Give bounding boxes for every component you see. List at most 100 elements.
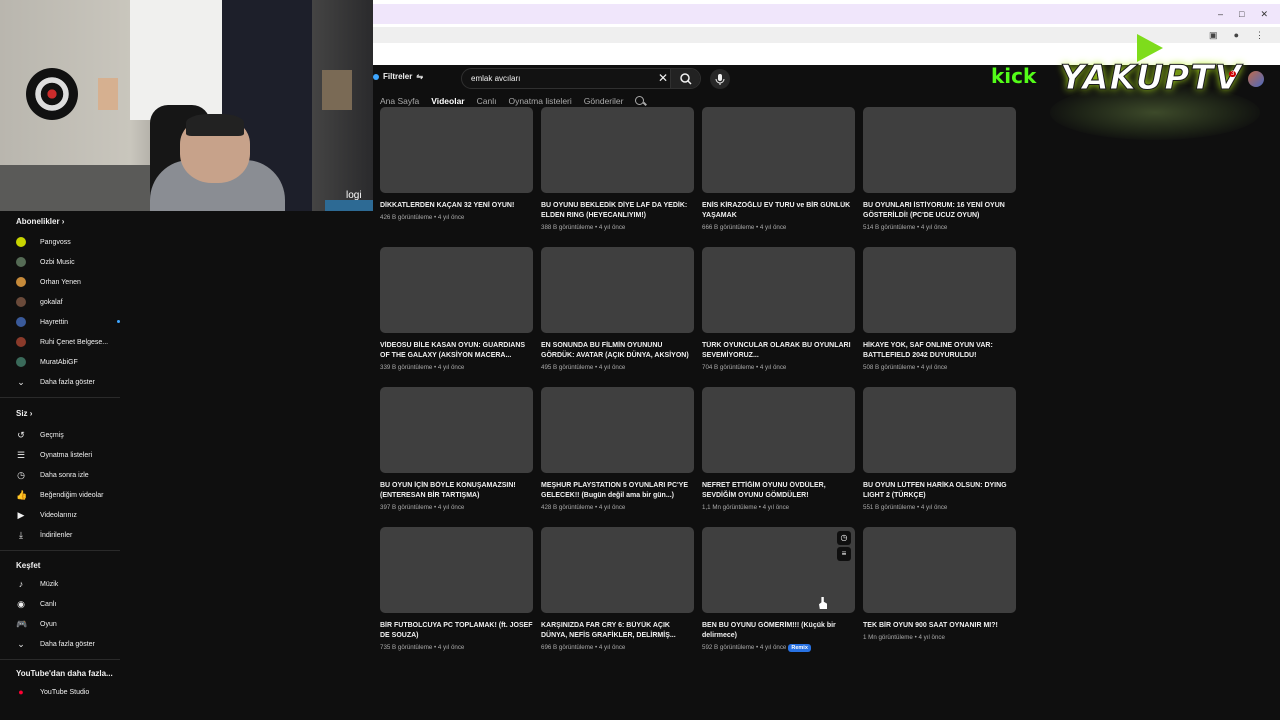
search-box[interactable]: emlak avcıları ✕	[461, 68, 701, 89]
video-thumbnail[interactable]	[863, 527, 1016, 613]
video-card[interactable]: TÜRK OYUNCULAR OLARAK BU OYUNLARI SEVEMİ…	[702, 247, 855, 371]
subscriptions-heading[interactable]: Abonelikler ›	[16, 217, 64, 226]
video-title[interactable]: BİR FUTBOLCUYA PC TOPLAMAK! (ft. JOSEF D…	[380, 621, 533, 641]
sidebar-item-history[interactable]: ↺ Geçmiş	[16, 429, 64, 441]
sidebar-item-studio[interactable]: ● YouTube Studio	[16, 686, 89, 698]
video-card[interactable]: ◷ ≡ BEN BU OYUNU GÖMERİM!!! (Küçük bir d…	[702, 527, 855, 652]
logo-text: YAKUPTV	[1060, 58, 1242, 99]
video-thumbnail[interactable]	[702, 387, 855, 473]
video-card[interactable]: ENİS KİRAZOĞLU EV TURU ve BİR GÜNLÜK YAŞ…	[702, 107, 855, 231]
video-card[interactable]: HİKAYE YOK, SAF ONLINE OYUN VAR: BATTLEF…	[863, 247, 1016, 371]
search-button[interactable]	[670, 69, 700, 88]
sidebar-item-watch-later[interactable]: ◷ Daha sonra izle	[16, 469, 89, 481]
channel-avatar	[16, 317, 26, 327]
sidebar-item-playlists[interactable]: ☰ Oynatma listeleri	[16, 449, 92, 461]
channel-search-icon[interactable]	[635, 96, 645, 106]
video-meta: 1,1 Mn görüntüleme • 4 yıl önce	[702, 504, 790, 511]
video-thumbnail[interactable]	[380, 387, 533, 473]
sidebar-item-downloads[interactable]: ⤓ İndirilenler	[16, 529, 72, 541]
filters-button[interactable]: Filtreler ⇋	[373, 72, 423, 81]
video-card[interactable]: BU OYUNLARI İSTİYORUM: 16 YENİ OYUN GÖST…	[863, 107, 1016, 231]
video-title[interactable]: NEFRET ETTİĞİM OYUNU ÖVDÜLER, SEVDİĞİM O…	[702, 481, 855, 501]
video-card[interactable]: BU OYUNU BEKLEDİK DİYE LAF DA YEDİK: ELD…	[541, 107, 694, 231]
video-card[interactable]: MEŞHUR PLAYSTATION 5 OYUNLARI PC'YE GELE…	[541, 387, 694, 511]
video-title[interactable]: BU OYUN İÇİN BÖYLE KONUŞAMAZSIN! (ENTERE…	[380, 481, 533, 501]
video-title[interactable]: DİKKATLERDEN KAÇAN 32 YENİ OYUN!	[380, 201, 533, 211]
sidebar-item-subscription[interactable]: Ozbi Music	[16, 256, 75, 268]
browser-tab-bar	[373, 4, 1280, 24]
video-title[interactable]: TEK BİR OYUN 900 SAAT OYNANIR MI?!	[863, 621, 1016, 631]
video-title[interactable]: BEN BU OYUNU GÖMERİM!!! (Küçük bir delir…	[702, 621, 855, 641]
show-more-label: Daha fazla göster	[40, 640, 95, 648]
video-card[interactable]: EN SONUNDA BU FİLMİN OYUNUNU GÖRDÜK: AVA…	[541, 247, 694, 371]
sidebar-item-liked[interactable]: 👍 Beğendiğim videolar	[16, 489, 103, 501]
video-title[interactable]: ENİS KİRAZOĞLU EV TURU ve BİR GÜNLÜK YAŞ…	[702, 201, 855, 221]
sidebar-show-more[interactable]: ⌄ Daha fazla göster	[16, 376, 95, 388]
video-title[interactable]: BU OYUNLARI İSTİYORUM: 16 YENİ OYUN GÖST…	[863, 201, 1016, 221]
you-heading[interactable]: Siz ›	[16, 409, 32, 418]
you-label: Siz	[16, 409, 28, 418]
video-title[interactable]: TÜRK OYUNCULAR OLARAK BU OYUNLARI SEVEMİ…	[702, 341, 855, 361]
sidebar-item-subscription[interactable]: Pangvoss	[16, 236, 71, 248]
video-card[interactable]: TEK BİR OYUN 900 SAAT OYNANIR MI?! 1 Mn …	[863, 527, 1016, 641]
video-thumbnail[interactable]	[380, 107, 533, 193]
sidebar-explore-more[interactable]: ⌄ Daha fazla göster	[16, 638, 95, 650]
remix-badge[interactable]: Remix	[788, 644, 811, 652]
video-title[interactable]: HİKAYE YOK, SAF ONLINE OYUN VAR: BATTLEF…	[863, 341, 1016, 361]
channel-avatar	[16, 257, 26, 267]
voice-search-button[interactable]	[710, 69, 730, 89]
video-title[interactable]: EN SONUNDA BU FİLMİN OYUNUNU GÖRDÜK: AVA…	[541, 341, 694, 361]
video-card[interactable]: NEFRET ETTİĞİM OYUNU ÖVDÜLER, SEVDİĞİM O…	[702, 387, 855, 511]
sidebar-item-music[interactable]: ♪ Müzik	[16, 578, 59, 590]
sidebar-item-gaming[interactable]: 🎮 Oyun	[16, 618, 57, 630]
video-card[interactable]: BU OYUN LÜTFEN HARİKA OLSUN: DYING LIGHT…	[863, 387, 1016, 511]
sidebar-item-subscription[interactable]: Orhan Yenen	[16, 276, 81, 288]
watch-later-icon[interactable]: ◷	[837, 531, 851, 545]
playlist-icon: ☰	[16, 450, 26, 460]
maximize-icon[interactable]: □	[1239, 9, 1244, 20]
video-thumbnail[interactable]	[863, 387, 1016, 473]
sidebar-item-label: Canlı	[40, 600, 57, 608]
video-thumbnail[interactable]	[541, 247, 694, 333]
video-thumbnail[interactable]	[380, 247, 533, 333]
video-thumbnail[interactable]	[863, 247, 1016, 333]
sidebar-item-subscription[interactable]: MuratAbiGF	[16, 356, 78, 368]
video-thumbnail[interactable]	[541, 387, 694, 473]
more-from-youtube-heading: YouTube'dan daha fazla...	[16, 669, 113, 678]
video-title[interactable]: MEŞHUR PLAYSTATION 5 OYUNLARI PC'YE GELE…	[541, 481, 694, 501]
video-thumbnail[interactable]: ◷ ≡	[702, 527, 855, 613]
video-card[interactable]: DİKKATLERDEN KAÇAN 32 YENİ OYUN! 426 B g…	[380, 107, 533, 221]
sidebar-item-subscription[interactable]: gokalaf	[16, 296, 63, 308]
video-thumbnail[interactable]	[380, 527, 533, 613]
video-title[interactable]: BU OYUN LÜTFEN HARİKA OLSUN: DYING LIGHT…	[863, 481, 1016, 501]
video-card[interactable]: KARŞINIZDA FAR CRY 6: BÜYÜK AÇIK DÜNYA, …	[541, 527, 694, 651]
video-title[interactable]: VİDEOSU BİLE KASAN OYUN: GUARDIANS OF TH…	[380, 341, 533, 361]
video-card[interactable]: VİDEOSU BİLE KASAN OYUN: GUARDIANS OF TH…	[380, 247, 533, 371]
video-title[interactable]: KARŞINIZDA FAR CRY 6: BÜYÜK AÇIK DÜNYA, …	[541, 621, 694, 641]
sidebar-item-live[interactable]: ◉ Canlı	[16, 598, 56, 610]
gamepad-icon: 🎮	[16, 619, 28, 629]
sidebar-item-subscription[interactable]: Hayrettin	[16, 316, 120, 328]
video-thumbnail[interactable]	[541, 107, 694, 193]
camera-device	[325, 200, 373, 211]
sidebar-item-subscription[interactable]: Ruhi Çenet Belgese...	[16, 336, 108, 348]
minimize-icon[interactable]: –	[1218, 9, 1223, 20]
video-thumbnail[interactable]	[541, 527, 694, 613]
video-card[interactable]: BİR FUTBOLCUYA PC TOPLAMAK! (ft. JOSEF D…	[380, 527, 533, 651]
subscription-name: Ruhi Çenet Belgese...	[40, 338, 109, 346]
video-thumbnail[interactable]	[702, 247, 855, 333]
clear-search-icon[interactable]: ✕	[658, 71, 668, 85]
video-meta: 339 B görüntüleme • 4 yıl önce	[380, 364, 465, 371]
video-meta: 397 B görüntüleme • 4 yıl önce	[380, 504, 465, 511]
video-thumbnail[interactable]	[702, 107, 855, 193]
yakuptv-logo: YAKUPTV	[1045, 30, 1265, 142]
video-card[interactable]: BU OYUN İÇİN BÖYLE KONUŞAMAZSIN! (ENTERE…	[380, 387, 533, 511]
video-title[interactable]: BU OYUNU BEKLEDİK DİYE LAF DA YEDİK: ELD…	[541, 201, 694, 221]
video-meta: 735 B görüntüleme • 4 yıl önce	[380, 644, 465, 651]
close-window-icon[interactable]: ✕	[1260, 9, 1268, 20]
add-to-queue-icon[interactable]: ≡	[837, 547, 851, 561]
sidebar-item-your-videos[interactable]: ▶ Videolarınız	[16, 509, 77, 521]
search-input[interactable]: emlak avcıları	[471, 74, 520, 83]
webcam-overlay: logi	[0, 0, 373, 211]
video-thumbnail[interactable]	[863, 107, 1016, 193]
